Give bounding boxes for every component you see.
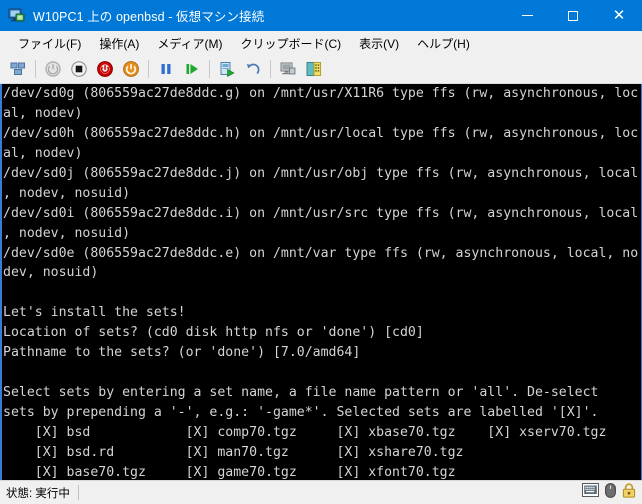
shutdown-button[interactable]: [67, 57, 91, 81]
status-label: 状態: 実行中: [6, 487, 70, 500]
terminal-line: /dev/sd0g (806559ac27de8ddc.g) on /mnt/u…: [3, 86, 639, 101]
window-controls: ✕: [504, 0, 642, 31]
reset-button[interactable]: [119, 57, 143, 81]
revert-button[interactable]: [241, 57, 265, 81]
maximize-button[interactable]: [550, 0, 596, 31]
resume-play-icon: [186, 64, 198, 74]
terminal-line: /dev/sd0i (806559ac27de8ddc.i) on /mnt/u…: [3, 205, 639, 221]
terminal-line: dev, nosuid): [3, 265, 99, 281]
start-power-icon: [45, 61, 61, 77]
minimize-button[interactable]: [504, 0, 550, 31]
toolbar-separator-2: [148, 60, 149, 78]
turn-off-button[interactable]: [93, 57, 117, 81]
pause-button[interactable]: [154, 57, 178, 81]
keyboard-capture-icon: [582, 483, 599, 502]
menu-help[interactable]: ヘルプ(H): [408, 32, 479, 55]
menu-file[interactable]: ファイル(F): [9, 32, 90, 55]
terminal-line: , nodev, nosuid): [3, 225, 131, 241]
terminal-line: Pathname to the sets? (or 'done') [7.0/a…: [3, 345, 361, 361]
vm-console-viewport[interactable]: /dev/sd0g (806559ac27de8ddc.g) on /mnt/u…: [0, 84, 642, 480]
terminal-line: Location of sets? (cd0 disk http nfs or …: [3, 325, 424, 341]
checkpoint-icon: [220, 62, 235, 78]
menu-view[interactable]: 表示(V): [350, 32, 408, 55]
terminal-line: /dev/sd0j (806559ac27de8ddc.j) on /mnt/u…: [3, 165, 639, 181]
maximize-icon: [568, 10, 578, 21]
toolbar: [0, 55, 642, 84]
checkpoint-button[interactable]: [215, 57, 239, 81]
close-icon: ✕: [612, 7, 626, 24]
start-button[interactable]: [41, 57, 65, 81]
terminal-line: [X] bsd [X] comp70.tgz [X] xbase70.tgz […: [3, 424, 607, 440]
terminal-line: [X] base70.tgz [X] game70.tgz [X] xfont7…: [3, 464, 456, 480]
menu-bar: ファイル(F) 操作(A) メディア(M) クリップボード(C) 表示(V) ヘ…: [0, 31, 642, 55]
resume-button[interactable]: [180, 57, 204, 81]
enhanced-session-icon: [280, 62, 296, 75]
terminal-line: /dev/sd0h (806559ac27de8ddc.h) on /mnt/u…: [3, 125, 639, 141]
terminal-line: [X] bsd.rd [X] man70.tgz [X] xshare70.tg…: [3, 444, 464, 460]
enhanced-session-button[interactable]: [276, 57, 300, 81]
close-button[interactable]: ✕: [596, 0, 642, 31]
reset-icon: [123, 61, 139, 77]
terminal-line: Let's install the sets!: [3, 305, 186, 321]
basic-session-icon: [306, 62, 322, 76]
ctrl-alt-del-button[interactable]: [6, 57, 30, 81]
window-title: W10PC1 上の openbsd - 仮想マシン接続: [33, 10, 265, 24]
menu-clipboard[interactable]: クリップボード(C): [231, 32, 350, 55]
menu-media[interactable]: メディア(M): [148, 32, 231, 55]
status-icon-group: [582, 482, 642, 503]
menu-action[interactable]: 操作(A): [90, 32, 148, 55]
pause-icon: [161, 64, 171, 74]
mouse-capture-icon: [605, 482, 616, 503]
basic-session-button[interactable]: [302, 57, 326, 81]
status-bar: 状態: 実行中: [0, 480, 642, 504]
terminal-line: , nodev, nosuid): [3, 185, 131, 201]
terminal-output: /dev/sd0g (806559ac27de8ddc.g) on /mnt/u…: [2, 84, 641, 480]
toolbar-separator-1: [35, 60, 36, 78]
toolbar-separator-4: [270, 60, 271, 78]
toolbar-separator-3: [209, 60, 210, 78]
terminal-line: Select sets by entering a set name, a fi…: [3, 385, 599, 401]
virtual-machine-icon: [8, 7, 25, 24]
vm-connection-window: W10PC1 上の openbsd - 仮想マシン接続 ✕ ファイル(F) 操作…: [0, 0, 642, 504]
terminal-line: al, nodev): [3, 145, 83, 161]
terminal-line: al, nodev): [3, 105, 83, 121]
terminal-line: sets by prepending a '-', e.g.: '-game*'…: [3, 405, 599, 420]
revert-icon: [246, 63, 260, 74]
title-bar: W10PC1 上の openbsd - 仮想マシン接続 ✕: [0, 0, 642, 31]
lock-icon: [622, 482, 636, 503]
turn-off-icon: [97, 61, 113, 77]
ctrl-alt-del-icon: [10, 62, 25, 75]
status-divider: [77, 485, 79, 500]
terminal-line: /dev/sd0e (806559ac27de8ddc.e) on /mnt/v…: [3, 245, 639, 261]
minimize-icon: [521, 15, 533, 16]
shutdown-icon: [71, 61, 87, 77]
